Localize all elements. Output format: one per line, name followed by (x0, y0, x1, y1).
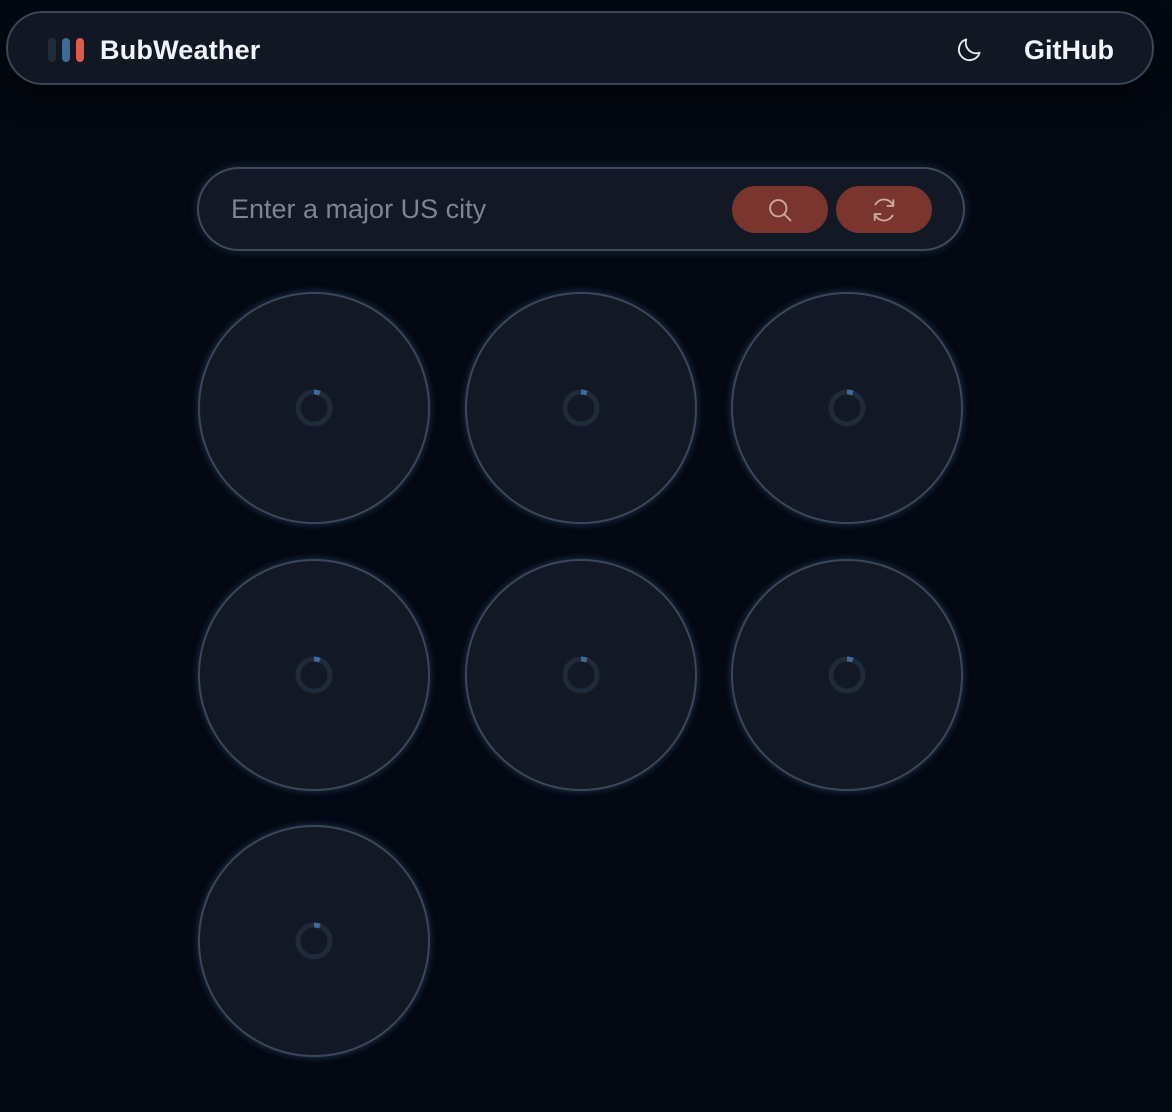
logo-bar-dark (48, 38, 56, 62)
weather-bubble-loading[interactable] (731, 559, 963, 791)
weather-bubble-loading[interactable] (198, 825, 430, 1057)
city-search-input[interactable] (231, 189, 711, 229)
loading-spinner-icon (295, 389, 333, 427)
loading-spinner-icon (562, 656, 600, 694)
weather-bubble-loading[interactable] (465, 559, 697, 791)
search-bar (197, 167, 965, 251)
loading-spinner-icon (828, 389, 866, 427)
theme-toggle-button[interactable] (951, 33, 987, 67)
search-button[interactable] (732, 186, 828, 233)
loading-spinner-icon (295, 656, 333, 694)
weather-bubble-loading[interactable] (198, 559, 430, 791)
search-icon (769, 198, 792, 221)
weather-bubble-loading[interactable] (198, 292, 430, 524)
moon-icon (957, 38, 981, 62)
weather-bubble-loading[interactable] (465, 292, 697, 524)
loading-spinner-icon (295, 922, 333, 960)
logo-icon (48, 38, 84, 62)
loading-spinner-icon (828, 656, 866, 694)
weather-bubble-loading[interactable] (731, 292, 963, 524)
logo-bar-blue (62, 38, 70, 62)
github-link[interactable]: GitHub (1024, 13, 1114, 87)
brand[interactable]: BubWeather (48, 13, 261, 87)
refresh-icon (873, 198, 895, 221)
refresh-button[interactable] (836, 186, 932, 233)
loading-spinner-icon (562, 389, 600, 427)
brand-name: BubWeather (100, 34, 261, 65)
logo-bar-red (76, 38, 84, 62)
navbar: BubWeather GitHub (6, 11, 1154, 85)
